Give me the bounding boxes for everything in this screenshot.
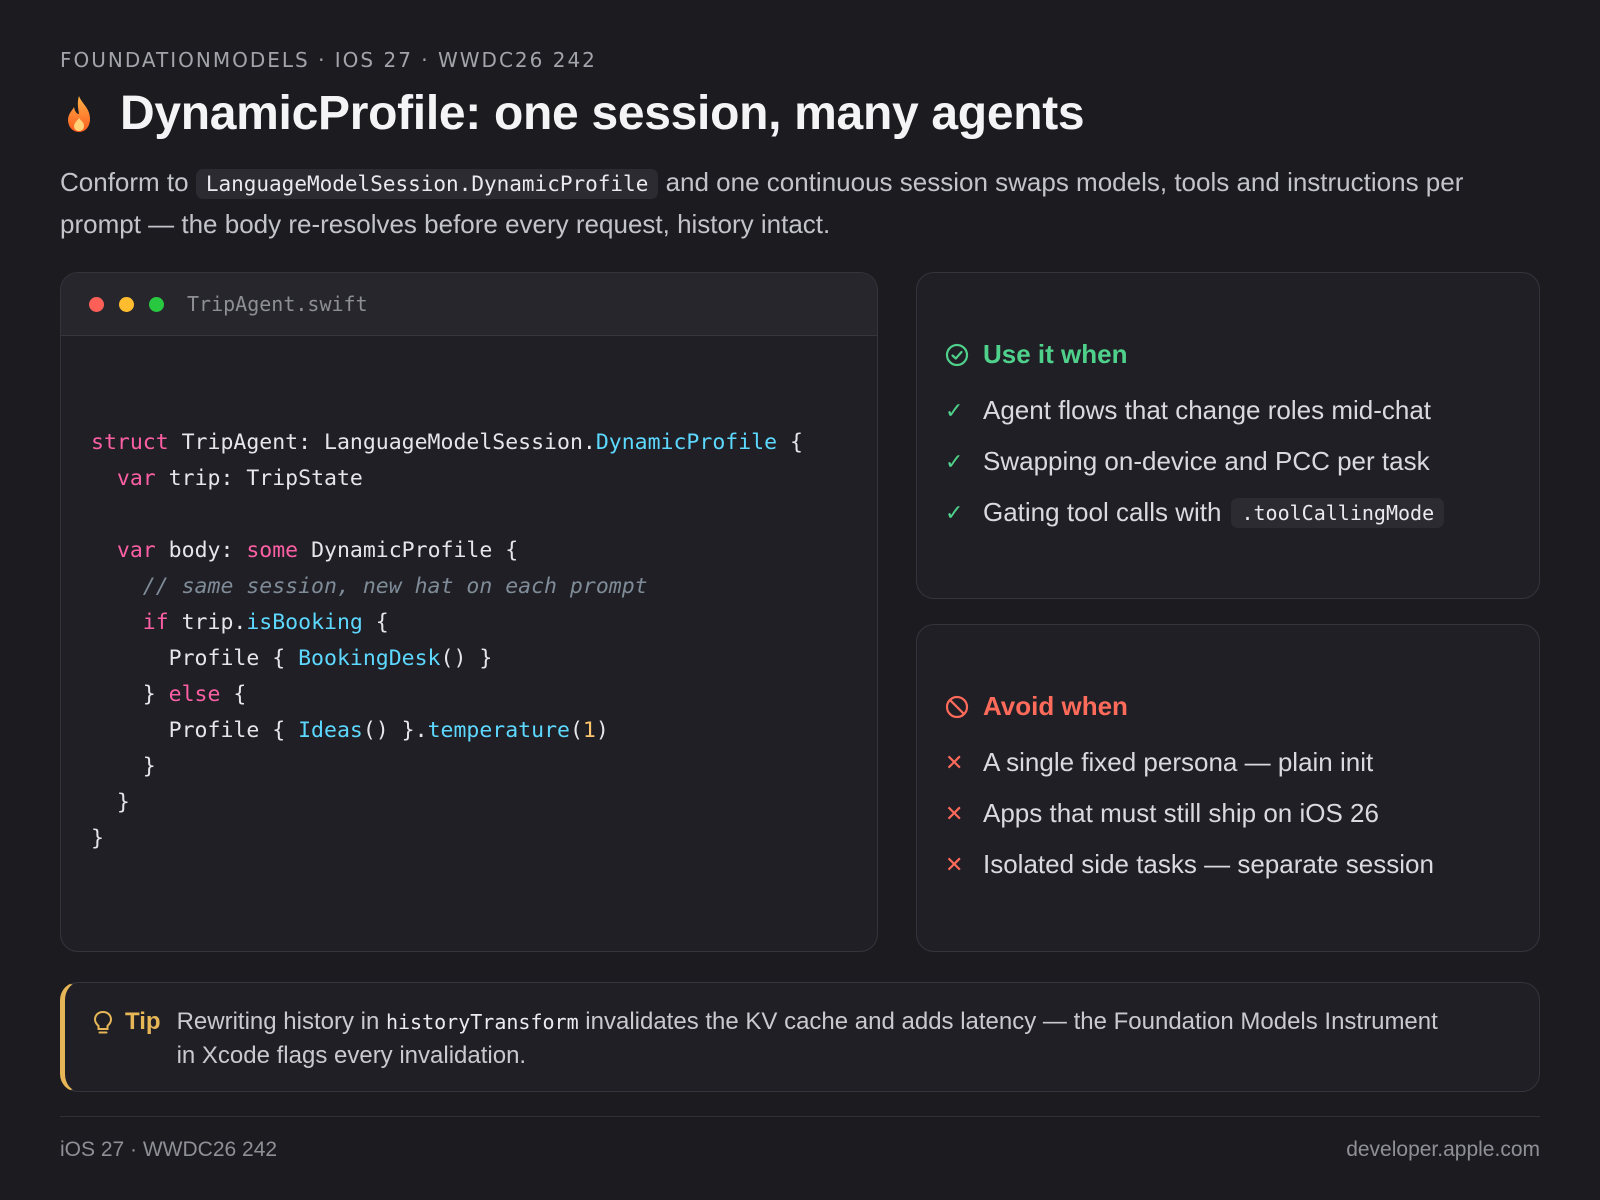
- code-token: if: [142, 610, 169, 635]
- code-token: Profile {: [91, 718, 299, 743]
- code-token: (: [569, 718, 583, 743]
- check-icon: ✓: [945, 397, 964, 423]
- tip-text-start: Rewriting history in: [176, 1008, 386, 1035]
- subtitle-inline-code: LanguageModelSession.DynamicProfile: [195, 169, 659, 199]
- code-token: Ideas: [298, 718, 363, 743]
- subtitle-text-start: Conform to: [60, 167, 196, 197]
- check-circle-icon: [945, 343, 969, 366]
- flame-icon: [68, 95, 90, 132]
- close-window-button[interactable]: [89, 296, 104, 312]
- check-icon: ✓: [945, 448, 964, 474]
- code-token: DynamicProfile: [595, 430, 778, 455]
- code-line: }: [91, 785, 803, 821]
- code-token: () }: [440, 646, 493, 671]
- list-item-text: Gating tool calls with: [983, 497, 1222, 527]
- code-line: }: [91, 749, 803, 785]
- list-item: ✓ Agent flows that change roles mid-chat: [945, 385, 1444, 436]
- code-token: some: [246, 538, 299, 563]
- code-token: // same session, new hat on each prompt: [142, 574, 648, 599]
- lightbulb-icon: [93, 1010, 113, 1034]
- footer-site-link[interactable]: developer.apple.com: [1346, 1138, 1540, 1162]
- code-token: body:: [155, 538, 247, 563]
- list-item: ✓ Swapping on-device and PCC per task: [945, 436, 1444, 487]
- code-token: else: [168, 682, 221, 707]
- code-line: Profile { Ideas() }.temperature(1): [91, 713, 803, 749]
- code-token: {: [777, 430, 803, 455]
- list-item-text: Agent flows that change roles mid-chat: [983, 395, 1432, 425]
- code-token: }: [91, 754, 156, 779]
- list-item-text: Isolated side tasks — separate session: [983, 849, 1434, 879]
- use-it-when-heading: Use it when: [945, 339, 1127, 370]
- code-token: trip: TripState: [155, 466, 363, 491]
- code-token: ): [595, 718, 609, 743]
- code-token: isBooking: [246, 610, 363, 635]
- code-line: var body: some DynamicProfile {: [91, 533, 803, 569]
- code-token: BookingDesk: [298, 646, 441, 671]
- code-line: if trip.isBooking {: [91, 605, 803, 641]
- code-block: struct TripAgent: LanguageModelSession.D…: [91, 425, 803, 857]
- tip-callout: Tip Rewriting history in historyTransfor…: [60, 982, 1540, 1092]
- code-token: {: [220, 682, 247, 707]
- list-item-text: A single fixed persona — plain init: [983, 747, 1374, 777]
- list-item-text: Apps that must still ship on iOS 26: [983, 798, 1379, 828]
- list-item-text: Swapping on-device and PCC per task: [983, 446, 1430, 476]
- code-token: DynamicProfile {: [298, 538, 519, 563]
- code-line: Profile { BookingDesk() }: [91, 641, 803, 677]
- code-token: {: [362, 610, 389, 635]
- code-line: var trip: TripState: [91, 461, 803, 497]
- code-token: () }.: [362, 718, 428, 743]
- tip-text: Rewriting history in historyTransform in…: [177, 1005, 1447, 1073]
- zoom-window-button[interactable]: [149, 296, 164, 312]
- avoid-when-heading: Avoid when: [945, 691, 1128, 722]
- code-line: // same session, new hat on each prompt: [91, 569, 803, 605]
- list-item-code: .toolCallingMode: [1231, 497, 1445, 528]
- avoid-when-list: ✕ A single fixed persona — plain init ✕ …: [945, 737, 1434, 890]
- avoid-when-card: Avoid when ✕ A single fixed persona — pl…: [916, 624, 1540, 952]
- title-row: DynamicProfile: one session, many agents: [60, 86, 1085, 141]
- list-item: ✕ A single fixed persona — plain init: [945, 737, 1434, 788]
- list-item: ✕ Apps that must still ship on iOS 26: [945, 788, 1434, 839]
- code-token: struct: [91, 430, 169, 455]
- code-token: trip.: [168, 610, 247, 635]
- code-token: }: [91, 826, 104, 851]
- code-token: var: [116, 538, 156, 563]
- check-icon: ✓: [945, 499, 964, 525]
- code-token: 1: [582, 718, 596, 743]
- tip-inline-code: historyTransform: [385, 1010, 579, 1034]
- avoid-when-title: Avoid when: [983, 691, 1128, 721]
- code-token: }: [91, 682, 169, 707]
- list-item: ✓ Gating tool calls with .toolCallingMod…: [945, 487, 1445, 538]
- code-line: struct TripAgent: LanguageModelSession.D…: [91, 425, 803, 461]
- prohibited-icon: [945, 695, 969, 718]
- x-icon: ✕: [945, 800, 964, 826]
- eyebrow-label: FOUNDATIONMODELS · IOS 27 · WWDC26 242: [60, 48, 597, 72]
- code-token: var: [116, 466, 156, 491]
- code-token: }: [91, 790, 130, 815]
- code-line: }: [91, 821, 803, 857]
- list-item: ✕ Isolated side tasks — separate session: [945, 839, 1434, 890]
- footer-divider: [60, 1116, 1540, 1117]
- use-it-when-card: Use it when ✓ Agent flows that change ro…: [916, 272, 1540, 599]
- x-icon: ✕: [945, 851, 964, 877]
- code-token: Profile {: [91, 646, 299, 671]
- tip-label: Tip: [125, 1008, 161, 1035]
- code-filename: TripAgent.swift: [187, 292, 368, 316]
- page-subtitle: Conform to LanguageModelSession.DynamicP…: [60, 162, 1540, 244]
- footer-session-label: iOS 27 · WWDC26 242: [60, 1138, 278, 1161]
- x-icon: ✕: [945, 749, 964, 775]
- code-window-titlebar: TripAgent.swift: [61, 273, 877, 336]
- page-title: DynamicProfile: one session, many agents: [120, 87, 1085, 140]
- code-token: TripAgent: LanguageModelSession.: [168, 430, 596, 455]
- code-line: } else {: [91, 677, 803, 713]
- use-it-when-list: ✓ Agent flows that change roles mid-chat…: [945, 385, 1445, 538]
- use-it-when-title: Use it when: [983, 339, 1128, 369]
- minimize-window-button[interactable]: [119, 296, 134, 312]
- code-token: temperature: [427, 718, 570, 743]
- code-window: TripAgent.swift struct TripAgent: Langua…: [60, 272, 878, 952]
